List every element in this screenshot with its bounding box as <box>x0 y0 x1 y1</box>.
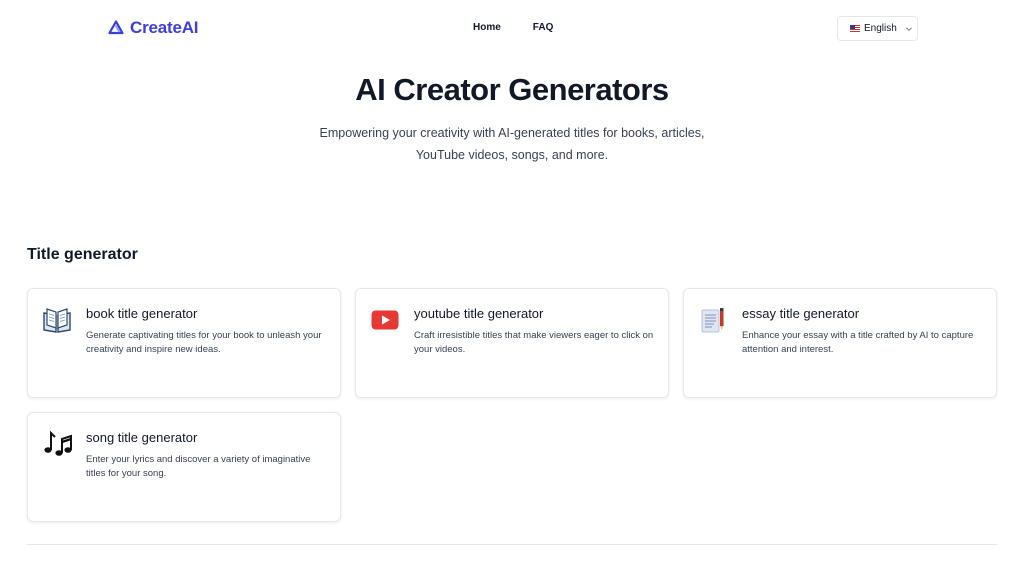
page-title: AI Creator Generators <box>355 72 669 107</box>
nav-home-link[interactable]: Home <box>473 22 501 33</box>
card-description: Generate captivating titles for your boo… <box>86 330 322 355</box>
card-youtube-title-generator[interactable]: youtube title generator Craft irresistib… <box>355 288 669 398</box>
site-header: CreateAI Home FAQ English <box>0 0 1024 56</box>
us-flag-icon <box>850 25 860 32</box>
book-icon <box>42 305 72 335</box>
language-label: English <box>864 23 897 34</box>
card-book-title-generator[interactable]: book title generator Generate captivatin… <box>27 288 341 398</box>
page-subtitle: Empowering your creativity with AI-gener… <box>300 122 724 166</box>
card-essay-title-generator[interactable]: essay title generator Enhance your essay… <box>683 288 997 398</box>
language-select[interactable]: English <box>837 16 918 41</box>
card-title: youtube title generator <box>414 306 544 321</box>
card-song-title-generator[interactable]: song title generator Enter your lyrics a… <box>27 412 341 522</box>
card-description: Enter your lyrics and discover a variety… <box>86 454 311 479</box>
chevron-down-icon <box>906 27 912 32</box>
subtitle-line-1: Empowering your creativity with AI-gener… <box>319 126 705 140</box>
card-title: essay title generator <box>742 306 860 321</box>
card-description: Craft irresistible titles that make view… <box>414 330 654 355</box>
logo-icon <box>108 20 124 36</box>
music-notes-icon <box>42 429 72 459</box>
section-title: Title generator <box>27 246 138 263</box>
essay-icon <box>698 305 728 335</box>
youtube-icon <box>370 305 400 335</box>
nav-faq-link[interactable]: FAQ <box>533 22 554 33</box>
card-title: song title generator <box>86 430 198 445</box>
logo-text: CreateAI <box>130 18 199 37</box>
logo-link[interactable]: CreateAI <box>108 18 199 38</box>
footer-divider <box>27 544 997 545</box>
card-description: Enhance your essay with a title crafted … <box>742 330 974 355</box>
main-nav: Home FAQ <box>473 22 553 33</box>
subtitle-line-2: YouTube videos, songs, and more. <box>415 148 609 162</box>
card-title: book title generator <box>86 306 198 321</box>
